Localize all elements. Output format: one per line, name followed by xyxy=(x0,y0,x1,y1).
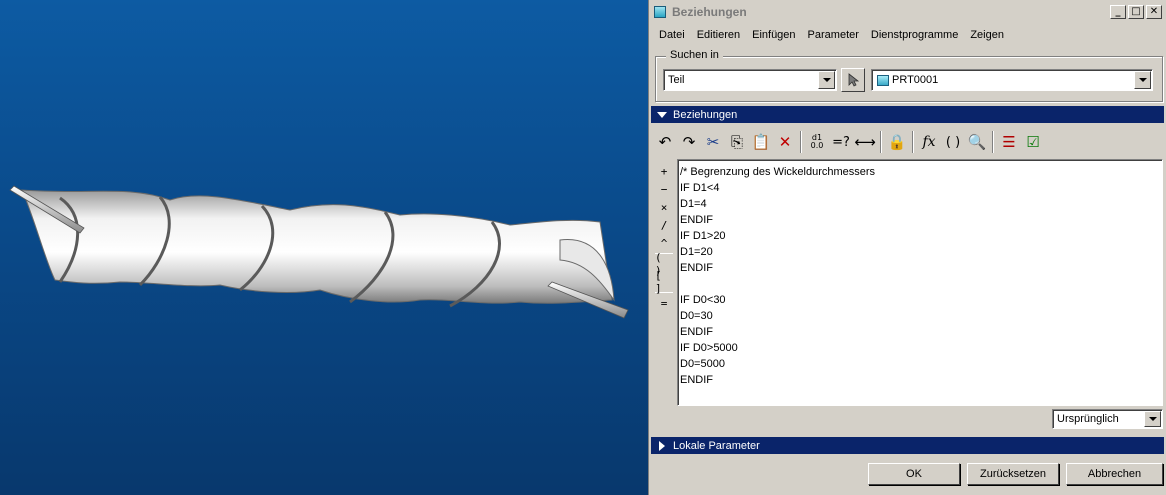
editor-line: /* Begrenzung des Wickeldurchmessers xyxy=(680,166,876,178)
editor-line: ENDIF xyxy=(680,374,713,386)
spiral-model xyxy=(9,185,629,319)
editor-line: ENDIF xyxy=(680,326,713,338)
chevron-down-icon[interactable] xyxy=(1134,71,1151,89)
window-title: Beziehungen xyxy=(672,5,747,19)
relations-editor[interactable]: /* Begrenzung des Wickeldurchmessers IF … xyxy=(677,159,1163,406)
local-params-section-label: Lokale Parameter xyxy=(673,439,760,452)
editor-line: D1=4 xyxy=(680,198,707,210)
divide-operator[interactable]: / xyxy=(655,216,673,234)
relations-section-header[interactable]: Beziehungen xyxy=(651,106,1164,123)
scissors-icon[interactable]: ✂ xyxy=(701,130,725,154)
multiply-operator[interactable]: × xyxy=(655,198,673,216)
operator-palette: + − × / ^ ( ) [ ] = xyxy=(655,162,673,312)
cancel-button[interactable]: Abbrechen xyxy=(1066,463,1163,485)
pick-button[interactable] xyxy=(841,68,865,92)
display-mode-value: Ursprünglich xyxy=(1057,413,1119,425)
relations-section-label: Beziehungen xyxy=(673,108,738,121)
evaluate-button[interactable]: =? xyxy=(829,130,853,154)
search-legend: Suchen in xyxy=(666,49,723,61)
editor-line: IF D0>5000 xyxy=(680,342,738,354)
maximize-button[interactable]: □ xyxy=(1128,5,1144,19)
plus-operator[interactable]: + xyxy=(655,162,673,180)
app-icon xyxy=(654,6,666,18)
editor-line: ENDIF xyxy=(680,262,713,274)
redo-icon[interactable]: ↷ xyxy=(677,130,701,154)
cursor-icon xyxy=(848,73,859,87)
local-params-section-header[interactable]: Lokale Parameter xyxy=(651,437,1164,454)
relations-dialog: Beziehungen _ □ ✕ Datei Editieren Einfüg… xyxy=(648,0,1166,495)
measure-icon[interactable]: ⟷ xyxy=(853,130,877,154)
equals-operator[interactable]: = xyxy=(655,294,673,312)
toolbar-separator xyxy=(880,131,882,153)
close-button[interactable]: ✕ xyxy=(1146,5,1162,19)
copy-icon[interactable]: ⎘ xyxy=(725,130,749,154)
menu-zeigen[interactable]: Zeigen xyxy=(964,29,1010,41)
collapse-caret-icon xyxy=(655,111,669,118)
brackets-operator[interactable]: [ ] xyxy=(655,269,673,295)
toolbar-separator xyxy=(992,131,994,153)
chevron-down-icon[interactable] xyxy=(818,71,835,89)
editor-line: D0=5000 xyxy=(680,358,725,370)
power-operator[interactable]: ^ xyxy=(655,234,673,252)
menu-datei[interactable]: Datei xyxy=(653,29,691,41)
delete-icon[interactable]: ✕ xyxy=(773,130,797,154)
scope-value: Teil xyxy=(668,74,685,86)
title-bar: Beziehungen _ □ ✕ xyxy=(651,2,1164,22)
ok-button[interactable]: OK xyxy=(868,463,960,485)
toolbar-separator xyxy=(800,131,802,153)
minus-operator[interactable]: − xyxy=(655,180,673,198)
chevron-down-icon[interactable] xyxy=(1144,411,1161,427)
editor-line: IF D1<4 xyxy=(680,182,720,194)
relations-toolbar: ↶ ↷ ✂ ⎘ 📋 ✕ d1 0.0 =? ⟷ 🔒 fx ( ) 🔍 ☰ ☑ xyxy=(653,129,1162,155)
paste-icon[interactable]: 📋 xyxy=(749,130,773,154)
brackets-button[interactable]: ( ) xyxy=(941,130,965,154)
menu-dienstprogramme[interactable]: Dienstprogramme xyxy=(865,29,964,41)
sort-icon[interactable]: ☰ xyxy=(997,130,1021,154)
menu-bar: Datei Editieren Einfügen Parameter Diens… xyxy=(653,26,1162,44)
scope-select[interactable]: Teil xyxy=(663,69,837,91)
check-icon[interactable]: ☑ xyxy=(1021,130,1045,154)
editor-line: ENDIF xyxy=(680,214,713,226)
expand-caret-icon xyxy=(655,440,669,451)
model-select[interactable]: PRT0001 xyxy=(871,69,1153,91)
editor-line: IF D0<30 xyxy=(680,294,726,306)
menu-parameter[interactable]: Parameter xyxy=(802,29,865,41)
reset-button[interactable]: Zurücksetzen xyxy=(967,463,1059,485)
editor-line: IF D1>20 xyxy=(680,230,726,242)
units-icon[interactable]: d1 0.0 xyxy=(805,130,829,154)
model-value: PRT0001 xyxy=(892,74,939,86)
menu-editieren[interactable]: Editieren xyxy=(691,29,746,41)
lock-icon[interactable]: 🔒 xyxy=(885,130,909,154)
parameter-icon[interactable]: 🔍 xyxy=(965,130,989,154)
function-button[interactable]: fx xyxy=(917,130,941,154)
model-viewport[interactable] xyxy=(0,0,648,495)
toolbar-separator xyxy=(912,131,914,153)
menu-einfuegen[interactable]: Einfügen xyxy=(746,29,801,41)
editor-line: D0=30 xyxy=(680,310,713,322)
minimize-button[interactable]: _ xyxy=(1110,5,1126,19)
undo-icon[interactable]: ↶ xyxy=(653,130,677,154)
display-mode-select[interactable]: Ursprünglich xyxy=(1052,409,1163,429)
part-icon xyxy=(877,74,889,86)
editor-line: D1=20 xyxy=(680,246,713,258)
